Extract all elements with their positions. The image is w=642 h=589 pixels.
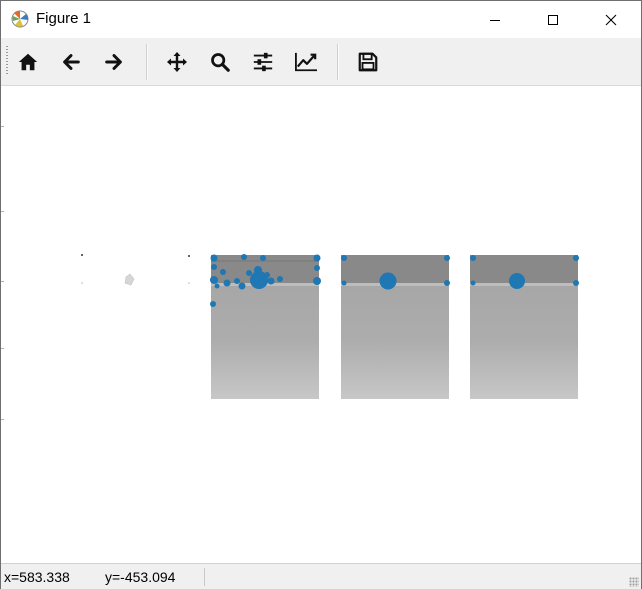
toolbar-separator [146, 44, 148, 80]
minimize-icon [490, 19, 500, 21]
chart-line-icon [295, 52, 317, 72]
magnifier-icon [211, 53, 230, 72]
save-button[interactable] [350, 44, 386, 80]
customize-button[interactable] [288, 44, 324, 80]
navigation-toolbar [1, 38, 641, 86]
figure-window: Figure 1 x=583.338 y=-453.094 [0, 0, 642, 589]
arrow-right-icon [105, 54, 122, 70]
subplots-button[interactable] [245, 44, 281, 80]
zoom-button[interactable] [202, 44, 238, 80]
home-button[interactable] [10, 44, 46, 80]
resize-grip-icon[interactable] [629, 577, 639, 587]
close-icon [605, 14, 617, 25]
home-icon [18, 53, 38, 71]
arrow-left-icon [63, 54, 80, 70]
panel-sparse-points [81, 254, 190, 286]
window-title: Figure 1 [36, 10, 92, 27]
floppy-disk-icon [358, 52, 378, 72]
matplotlib-icon [11, 10, 29, 28]
maximize-button[interactable] [524, 1, 582, 38]
sliders-icon [253, 52, 273, 72]
y-coordinate-readout: y=-453.094 [105, 569, 176, 585]
move-icon [167, 52, 187, 72]
toolbar-separator [337, 44, 339, 80]
title-bar: Figure 1 [1, 1, 641, 38]
subplots-area [81, 254, 579, 399]
toolbar-grip[interactable] [6, 46, 8, 76]
pan-button[interactable] [159, 44, 195, 80]
maximize-icon [548, 14, 558, 25]
panel-image-dense-keypoints [210, 254, 321, 399]
panel-image-keypoints-2 [341, 255, 450, 399]
figure-canvas[interactable] [1, 86, 641, 563]
status-bar: x=583.338 y=-453.094 [1, 563, 641, 589]
close-button[interactable] [582, 1, 640, 38]
forward-button[interactable] [96, 44, 132, 80]
back-button[interactable] [53, 44, 89, 80]
panel-image-keypoints-3 [470, 255, 579, 399]
minimize-button[interactable] [466, 1, 524, 38]
status-separator [204, 568, 205, 586]
x-coordinate-readout: x=583.338 [4, 569, 70, 585]
